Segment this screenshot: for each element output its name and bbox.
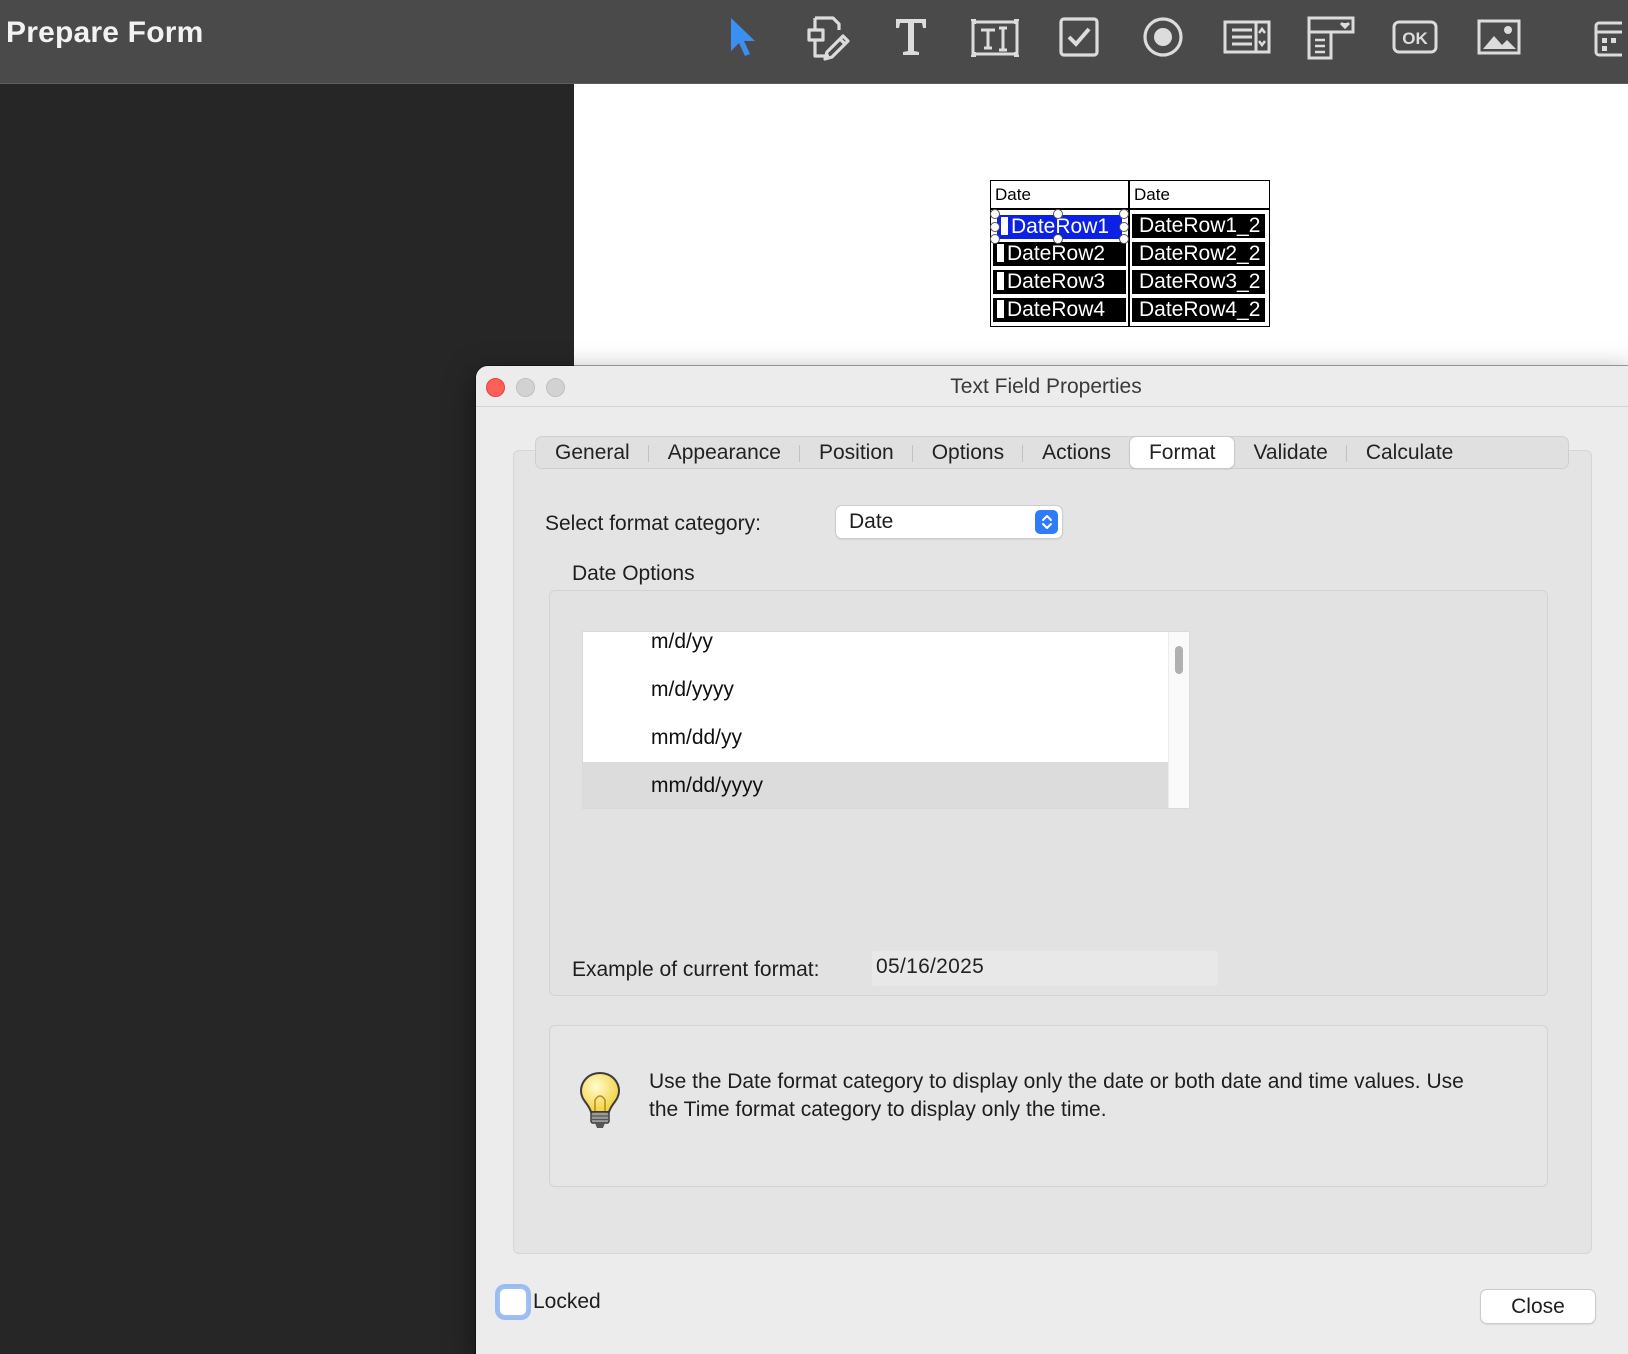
- dropdown-icon[interactable]: [1302, 12, 1360, 62]
- tab-calculate[interactable]: Calculate: [1347, 437, 1473, 468]
- dialog-titlebar[interactable]: Text Field Properties: [476, 366, 1628, 407]
- form-field-name: DateRow2_2: [1139, 242, 1261, 265]
- form-field-name: DateRow3_2: [1139, 270, 1261, 293]
- resize-handle[interactable]: [990, 209, 1000, 219]
- locked-label: Locked: [533, 1290, 601, 1313]
- close-button[interactable]: Close: [1481, 1290, 1595, 1323]
- example-format-value: 05/16/2025: [876, 955, 985, 978]
- image-icon[interactable]: [1470, 12, 1528, 62]
- date-field-icon[interactable]: [1592, 12, 1628, 62]
- table-header-divider: [991, 208, 1269, 210]
- date-options-label: Date Options: [572, 562, 695, 585]
- text-field-icon[interactable]: [966, 12, 1024, 62]
- form-field-name: DateRow4: [1007, 298, 1106, 321]
- format-category-value: Date: [849, 510, 894, 533]
- locked-checkbox[interactable]: [498, 1287, 528, 1317]
- tip-text: Use the Date format category to display …: [649, 1070, 1464, 1121]
- resize-handle[interactable]: [990, 222, 1000, 232]
- pdf-date-table: Date Date DateRow1 DateRow2 DateRow3 Dat…: [990, 180, 1270, 327]
- tab-options[interactable]: Options: [913, 437, 1024, 468]
- field-edge-mark: [997, 300, 1004, 318]
- tip-panel: Use the Date format category to display …: [549, 1025, 1548, 1187]
- checkbox-icon[interactable]: [1050, 12, 1108, 62]
- list-item[interactable]: m/d/yyyy: [583, 666, 1169, 714]
- text-icon[interactable]: [882, 12, 940, 62]
- form-field-name: DateRow1_2: [1139, 214, 1261, 237]
- field-edge-mark: [997, 272, 1004, 290]
- scrollbar-thumb[interactable]: [1175, 646, 1183, 674]
- table-column-divider: [1128, 181, 1130, 326]
- form-field-daterow1-2[interactable]: DateRow1_2: [1132, 214, 1265, 238]
- button-icon[interactable]: OK: [1386, 12, 1444, 62]
- format-category-label: Select format category:: [545, 512, 761, 535]
- dialog-title: Text Field Properties: [950, 375, 1142, 398]
- example-format-label: Example of current format:: [572, 958, 820, 981]
- chevron-up-down-icon: [1035, 510, 1058, 534]
- resize-handle[interactable]: [1119, 222, 1129, 232]
- select-pointer-icon[interactable]: [714, 12, 772, 62]
- resize-handle[interactable]: [1053, 234, 1063, 244]
- list-scrollbar[interactable]: [1168, 632, 1189, 808]
- resize-handle[interactable]: [1053, 209, 1063, 219]
- format-category-select[interactable]: Date: [836, 506, 1062, 538]
- example-format-field: 05/16/2025: [872, 951, 1218, 986]
- tab-validate[interactable]: Validate: [1234, 437, 1348, 468]
- tab-position[interactable]: Position: [800, 437, 913, 468]
- form-field-daterow4[interactable]: DateRow4: [993, 298, 1126, 322]
- resize-handle[interactable]: [990, 234, 1000, 244]
- edit-fields-icon[interactable]: [798, 12, 856, 62]
- list-item-selected[interactable]: mm/dd/yyyy: [583, 762, 1169, 808]
- form-field-daterow4-2[interactable]: DateRow4_2: [1132, 298, 1265, 322]
- tab-format[interactable]: Format: [1129, 437, 1235, 468]
- lightbulb-icon: [578, 1070, 622, 1137]
- list-box-icon[interactable]: [1218, 12, 1276, 62]
- tab-actions[interactable]: Actions: [1023, 437, 1130, 468]
- field-edge-mark: [1001, 217, 1008, 235]
- date-format-list[interactable]: m/d/yy m/d/yyyy mm/dd/yy mm/dd/yyyy: [583, 632, 1189, 808]
- resize-handle[interactable]: [1119, 234, 1129, 244]
- top-toolbar: Prepare Form OK: [0, 0, 1628, 84]
- list-item[interactable]: m/d/yy: [583, 632, 1169, 666]
- text-field-properties-dialog: Text Field Properties General Appearance…: [476, 366, 1628, 1354]
- list-item[interactable]: mm/dd/yy: [583, 714, 1169, 762]
- field-edge-mark: [997, 244, 1004, 262]
- tab-appearance[interactable]: Appearance: [649, 437, 801, 468]
- form-field-daterow3[interactable]: DateRow3: [993, 270, 1126, 294]
- form-field-name: DateRow2: [1007, 242, 1106, 265]
- form-field-daterow2-2[interactable]: DateRow2_2: [1132, 242, 1265, 266]
- resize-handle[interactable]: [1119, 209, 1129, 219]
- radio-button-icon[interactable]: [1134, 12, 1192, 62]
- table-header-date-2: Date: [1134, 185, 1170, 204]
- button-icon-label: OK: [1402, 29, 1428, 48]
- tab-bar: General Appearance Position Options Acti…: [535, 436, 1569, 469]
- tab-general[interactable]: General: [536, 437, 649, 468]
- form-field-name: DateRow3: [1007, 270, 1106, 293]
- form-field-daterow3-2[interactable]: DateRow3_2: [1132, 270, 1265, 294]
- app-title: Prepare Form: [6, 16, 204, 49]
- form-field-daterow2[interactable]: DateRow2: [993, 242, 1126, 266]
- form-field-name: DateRow4_2: [1139, 298, 1261, 321]
- table-header-date-1: Date: [995, 185, 1031, 204]
